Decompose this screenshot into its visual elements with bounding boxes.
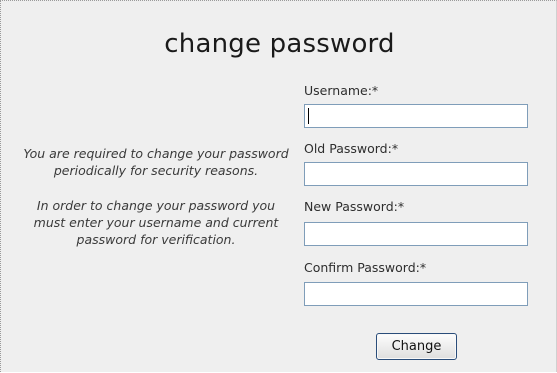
instructions-paragraph-1: You are required to change your password…	[23, 146, 289, 179]
confirm-password-label: Confirm Password:*	[304, 260, 427, 275]
instructions-paragraph-2: In order to change your password you mus…	[33, 197, 279, 248]
instructions-text: You are required to change your password…	[21, 145, 291, 248]
change-button[interactable]: Change	[376, 333, 457, 360]
new-password-field[interactable]	[304, 222, 528, 246]
change-password-panel: change password You are required to chan…	[0, 0, 557, 372]
old-password-field[interactable]	[304, 162, 528, 186]
text-cursor	[308, 108, 309, 124]
username-field[interactable]	[304, 104, 528, 128]
old-password-label: Old Password:*	[304, 141, 399, 156]
username-label: Username:*	[304, 83, 379, 98]
new-password-label: New Password:*	[304, 199, 405, 214]
confirm-password-field[interactable]	[304, 282, 528, 306]
page-title: change password	[164, 29, 395, 59]
